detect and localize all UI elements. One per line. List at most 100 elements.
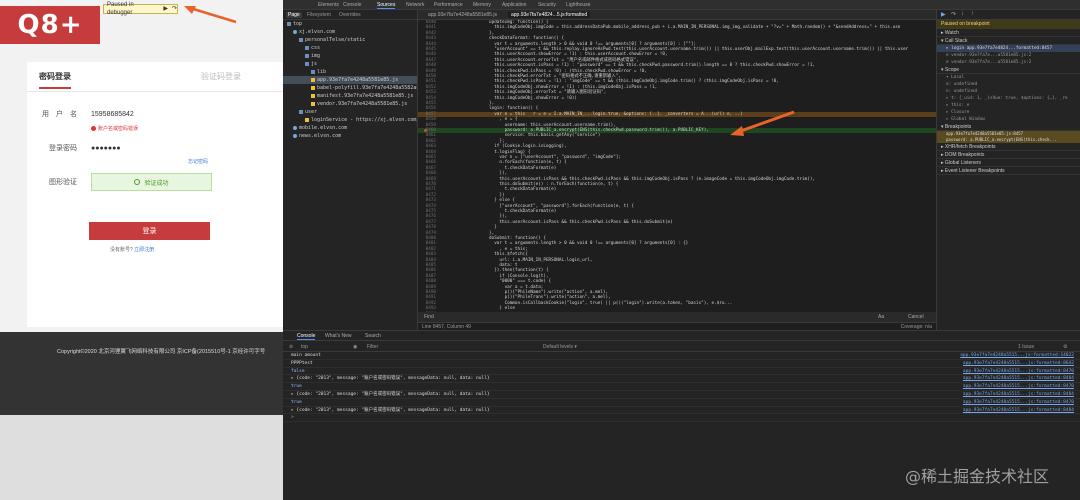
match-case-button[interactable]: Aa — [878, 314, 884, 320]
sidebar-section-header[interactable]: ▸ Watch — [937, 29, 1080, 37]
sidebar-entry[interactable]: n: undefined — [937, 88, 1080, 95]
breakpoint-item[interactable]: app.93e7fa7e4248a5581e85.js:8457 passwor… — [937, 131, 1080, 143]
sidebar-entry[interactable]: ▸ t: {_uid: 1, _isVue: true, $options: {… — [937, 95, 1080, 102]
folder-icon — [311, 69, 315, 74]
tab-password-login[interactable]: 密码登录 — [39, 71, 71, 89]
console-message: ▸ {code: "2013", message: "账户名或密码错误", me… — [283, 407, 1080, 415]
log-levels-select[interactable]: Default levels ▾ — [543, 344, 577, 350]
tab-performance[interactable]: Performance — [434, 2, 463, 8]
login-button[interactable]: 登录 — [89, 222, 210, 240]
sidebar-section-header[interactable]: ▸ XHR/fetch Breakpoints — [937, 143, 1080, 151]
paused-on-breakpoint-banner: Paused on breakpoint — [937, 20, 1080, 29]
cancel-search-button[interactable]: Cancel — [908, 314, 924, 320]
line-code: this.$fetch({ — [458, 252, 528, 258]
site-footer: Copyright©2020 北京河狸翼飞网络科技有限公司 京ICP备(2015… — [0, 332, 283, 415]
console-filter-input[interactable]: Filter — [367, 344, 378, 350]
step-over-icon[interactable]: ↷ — [951, 11, 956, 18]
console-source-link[interactable]: app.93e7fa7e4248a5515...js:formatted:847… — [963, 399, 1074, 406]
tree-item[interactable]: vendor.93e7fa7e4248a5581e85.js — [283, 100, 417, 108]
console-message: ▸ {code: "2013", message: "账户名或密码错误", me… — [283, 375, 1080, 384]
sidebar-entry[interactable]: e vendor.93e7fa7e...a5581e85.js:2 — [937, 59, 1080, 66]
console-source-link[interactable]: app.93e7fa7e4248a5515...js:formatted:848… — [963, 391, 1074, 398]
line-code: checkDataFormat: function() { — [458, 36, 565, 42]
tab-elements[interactable]: Elements — [318, 2, 339, 8]
clear-console-icon[interactable]: ⊘ — [289, 344, 293, 350]
sidebar-section-header[interactable]: ▸ DOM Breakpoints — [937, 151, 1080, 159]
tree-item[interactable]: xj.elvsn.com — [283, 28, 417, 36]
issues-badge[interactable]: 1 Issue — [1018, 344, 1034, 350]
sidebar-entry[interactable]: ▸ Global Window — [937, 116, 1080, 123]
tab-network[interactable]: Network — [406, 2, 424, 8]
tab-code-login[interactable]: 验证码登录 — [201, 71, 241, 82]
sidebar-entry[interactable]: ▸ login app.93e7fa7e4824...formatted:845… — [937, 45, 1080, 52]
sidebar-section-header[interactable]: ▾ Breakpoints — [937, 123, 1080, 131]
paused-in-debugger-banner: Paused in debugger ▶︎ ↷ — [103, 2, 178, 16]
tree-item[interactable]: css — [283, 44, 417, 52]
captcha-verify-box[interactable]: 验证成功 — [91, 173, 212, 191]
step-out-icon[interactable]: ↑ — [971, 11, 974, 17]
tree-item[interactable]: babel-polyfill.93e7fa7e4248a5582a85.js — [283, 84, 417, 92]
tab-lighthouse[interactable]: Lighthouse — [566, 2, 590, 8]
register-link[interactable]: 立即注册 — [134, 247, 154, 253]
js-file-icon — [311, 85, 315, 90]
console-source-link[interactable]: app.93e7fa7e4248a5515...js:formatted:148… — [960, 352, 1074, 359]
line-code: }), — [458, 171, 508, 177]
line-code: this.userAccount.isPass = !1) : "passwor… — [458, 63, 815, 69]
sidebar-entry[interactable]: ▸ this: e — [937, 102, 1080, 109]
tree-item[interactable]: news.elvsn.com — [283, 132, 417, 140]
console-source-link[interactable]: app.93e7fa7e4248a5515...js:formatted:847… — [963, 383, 1074, 390]
tab-application[interactable]: Application — [502, 2, 526, 8]
sidebar-entry[interactable]: e: undefined — [937, 81, 1080, 88]
tree-item[interactable]: loginService - https://xj.elvsn.com/pers… — [283, 116, 417, 124]
tree-item[interactable]: js — [283, 60, 417, 68]
step-over-icon[interactable]: ↷ — [172, 5, 177, 13]
tree-item[interactable]: lib — [283, 68, 417, 76]
tree-item[interactable]: app.93e7fa7e4248a5581e85.js — [283, 76, 417, 84]
console-tab[interactable]: What's New — [325, 333, 352, 339]
line-code: if (Cookie.login.isLogging), — [458, 144, 567, 150]
console-tab[interactable]: Console — [297, 333, 316, 340]
editor-tab[interactable]: app.93e7fa7e4248a5581e85.js — [428, 12, 497, 18]
nav-tab-overrides[interactable]: Overrides — [339, 12, 361, 18]
console-prompt[interactable]: > — [283, 414, 1080, 423]
sidebar-section-header[interactable]: ▾ Scope — [937, 66, 1080, 74]
nav-tab-page[interactable]: Page — [286, 12, 302, 18]
console-tab[interactable]: Search — [365, 333, 381, 339]
context-select[interactable]: top — [301, 344, 308, 350]
console-source-link[interactable]: app.93e7fa7e4248a5515...js:formatted:848… — [963, 407, 1074, 414]
resume-icon[interactable]: ▶︎ — [941, 11, 946, 18]
tree-item[interactable]: manifest.93e7fa7e4248a5581e85.js — [283, 92, 417, 100]
editor-tab[interactable]: app.93e7fa7e4824...5.js:formatted — [508, 12, 591, 18]
sidebar-entry[interactable]: ▸ Closure — [937, 109, 1080, 116]
tree-item[interactable]: user — [283, 108, 417, 116]
sidebar-section-header[interactable]: ▾ Call Stack — [937, 37, 1080, 45]
forgot-password-link[interactable]: 忘记密码 — [188, 158, 208, 165]
tab-security[interactable]: Security — [538, 2, 556, 8]
settings-gear-icon[interactable]: ⚙ — [1063, 344, 1067, 350]
console-text: true — [291, 384, 302, 390]
sidebar-entry[interactable]: ▾ Local — [937, 74, 1080, 81]
resume-icon[interactable]: ▶︎ — [163, 5, 168, 13]
breakpoint-marker-icon[interactable] — [424, 129, 427, 132]
console-source-link[interactable]: app.93e7fa7e4248a5515...js:formatted:864… — [963, 360, 1074, 367]
sidebar-section-header[interactable]: ▸ Event Listener Breakpoints — [937, 167, 1080, 175]
tab-memory[interactable]: Memory — [473, 2, 491, 8]
tab-sources[interactable]: Sources — [377, 2, 396, 9]
tree-item[interactable]: mobile.elvsn.com — [283, 124, 417, 132]
console-source-link[interactable]: app.93e7fa7e4248a5515...js:formatted:848… — [963, 375, 1074, 382]
step-into-icon[interactable]: ↓ — [961, 11, 964, 17]
tree-item[interactable]: img — [283, 52, 417, 60]
code-area[interactable]: 8440 updateImg: function() {8441 this.im… — [418, 20, 936, 320]
tab-console[interactable]: Console — [343, 2, 361, 8]
sidebar-entry[interactable]: e vendor.93e7fa7e...a5581e85.js:2 — [937, 52, 1080, 59]
eye-icon[interactable]: ◉ — [353, 344, 357, 350]
tree-item-label: app.93e7fa7e4248a5581e85.js — [317, 77, 399, 83]
tree-item[interactable]: top — [283, 20, 417, 28]
username-input[interactable]: 15958685842 — [91, 111, 134, 118]
find-input[interactable]: Find — [424, 314, 434, 320]
sidebar-section-header[interactable]: ▸ Global Listeners — [937, 159, 1080, 167]
nav-tab-filesystem[interactable]: Filesystem — [307, 12, 331, 18]
console-source-link[interactable]: app.93e7fa7e4248a5515...js:formatted:847… — [963, 368, 1074, 375]
tree-item[interactable]: personalTelse/static — [283, 36, 417, 44]
password-input[interactable]: ●●●●●●● — [91, 145, 121, 152]
